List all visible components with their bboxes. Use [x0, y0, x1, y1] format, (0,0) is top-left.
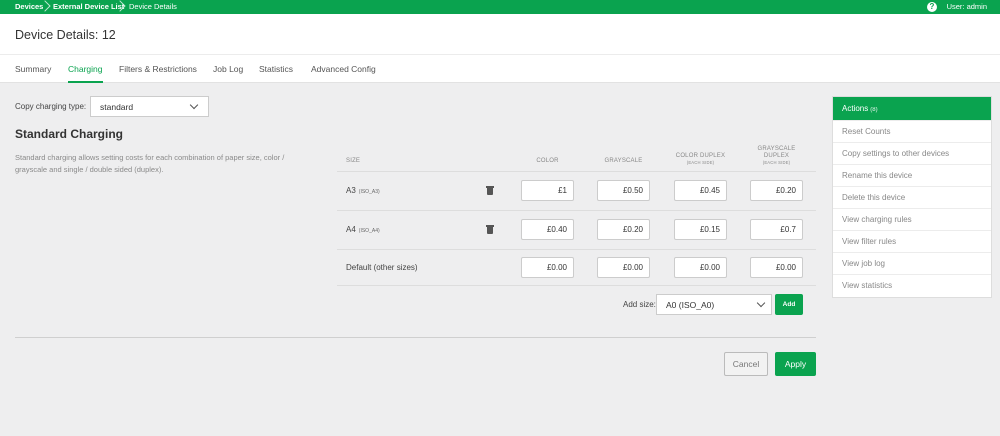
size-name: A4 (ISO_A4)	[346, 225, 380, 234]
price-color-duplex-input[interactable]: £0.00	[674, 257, 727, 278]
header-grayscale-duplex-sub: (EACH SIDE)	[762, 160, 791, 165]
price-color-duplex-input[interactable]: £0.45	[674, 180, 727, 201]
charging-type-select[interactable]: standard	[90, 96, 209, 117]
tab-summary[interactable]: Summary	[15, 64, 51, 83]
actions-panel: Actions (8) Reset Counts Copy settings to…	[832, 96, 992, 298]
price-grayscale-input[interactable]: £0.20	[597, 219, 650, 240]
add-size-select[interactable]: A0 (ISO_A0)	[656, 294, 772, 315]
header-grayscale-duplex-label-2: DUPLEX	[763, 153, 790, 159]
action-delete-device[interactable]: Delete this device	[833, 186, 991, 208]
size-name: Default (other sizes)	[346, 263, 418, 272]
page-header: Device Details: 12 Summary Charging Filt…	[0, 14, 1000, 83]
add-size-value: A0 (ISO_A0)	[666, 300, 715, 310]
action-rename-device[interactable]: Rename this device	[833, 164, 991, 186]
header-size: SIZE	[346, 158, 361, 164]
chevron-down-icon	[756, 298, 766, 308]
table-divider	[337, 249, 816, 250]
chevron-down-icon	[189, 100, 199, 110]
price-grayscale-duplex-input[interactable]: £0.7	[750, 219, 803, 240]
tab-charging[interactable]: Charging	[68, 64, 103, 83]
section-title: Standard Charging	[15, 127, 124, 141]
cancel-button[interactable]: Cancel	[724, 352, 768, 376]
trash-icon[interactable]	[486, 186, 494, 195]
size-code: (ISO_A3)	[358, 189, 380, 195]
size-name: A3 (ISO_A3)	[346, 186, 380, 195]
price-color-input[interactable]: £0.00	[521, 257, 574, 278]
tab-filters-restrictions[interactable]: Filters & Restrictions	[119, 64, 197, 83]
price-grayscale-input[interactable]: £0.00	[597, 257, 650, 278]
header-color-duplex: COLOR DUPLEX (EACH SIDE)	[669, 153, 732, 165]
add-size-button[interactable]: Add	[775, 294, 803, 315]
page-title: Device Details: 12	[15, 28, 116, 42]
actions-header: Actions (8)	[833, 97, 991, 120]
price-color-input[interactable]: £1	[521, 180, 574, 201]
trash-icon[interactable]	[486, 225, 494, 234]
action-view-filter-rules[interactable]: View filter rules	[833, 230, 991, 252]
price-color-duplex-input[interactable]: £0.15	[674, 219, 727, 240]
price-grayscale-input[interactable]: £0.50	[597, 180, 650, 201]
header-color-duplex-sub: (EACH SIDE)	[686, 160, 715, 165]
breadcrumb-separator-icon	[116, 0, 124, 14]
header-grayscale: GRAYSCALE	[604, 158, 643, 164]
table-divider	[337, 171, 816, 172]
divider	[15, 337, 816, 338]
tab-job-log[interactable]: Job Log	[213, 64, 243, 83]
divider	[0, 54, 1000, 55]
action-reset-counts[interactable]: Reset Counts	[833, 120, 991, 142]
action-view-statistics[interactable]: View statistics	[833, 274, 991, 296]
table-divider	[337, 285, 816, 286]
user-menu[interactable]: User: admin	[947, 0, 987, 14]
actions-count: (8)	[870, 107, 878, 113]
breadcrumb-devices[interactable]: Devices	[15, 0, 43, 14]
apply-button[interactable]: Apply	[775, 352, 816, 376]
price-grayscale-duplex-input[interactable]: £0.20	[750, 180, 803, 201]
table-divider	[337, 210, 816, 211]
header-grayscale-duplex-label: GRAYSCALE	[757, 146, 796, 152]
action-view-job-log[interactable]: View job log	[833, 252, 991, 274]
header-color: COLOR	[536, 158, 559, 164]
section-description: Standard charging allows setting costs f…	[15, 153, 285, 174]
action-copy-settings[interactable]: Copy settings to other devices	[833, 142, 991, 164]
size-code: (ISO_A4)	[358, 228, 380, 234]
copy-charging-type-label: Copy charging type:	[15, 102, 87, 111]
header-color-duplex-label: COLOR DUPLEX	[675, 153, 726, 159]
top-bar: Devices External Device List Device Deta…	[0, 0, 1000, 14]
add-size-label: Add size:	[623, 300, 656, 309]
tab-advanced-config[interactable]: Advanced Config	[311, 64, 376, 83]
price-grayscale-duplex-input[interactable]: £0.00	[750, 257, 803, 278]
tab-statistics[interactable]: Statistics	[259, 64, 293, 83]
breadcrumb-device-details: Device Details	[129, 2, 177, 11]
price-color-input[interactable]: £0.40	[521, 219, 574, 240]
action-view-charging-rules[interactable]: View charging rules	[833, 208, 991, 230]
breadcrumb-separator-icon	[41, 0, 49, 14]
header-grayscale-duplex: GRAYSCALE DUPLEX (EACH SIDE)	[745, 146, 808, 165]
breadcrumb-external-device-list[interactable]: External Device List	[53, 0, 124, 14]
charging-type-value: standard	[100, 102, 134, 112]
help-icon[interactable]: ?	[927, 2, 937, 12]
